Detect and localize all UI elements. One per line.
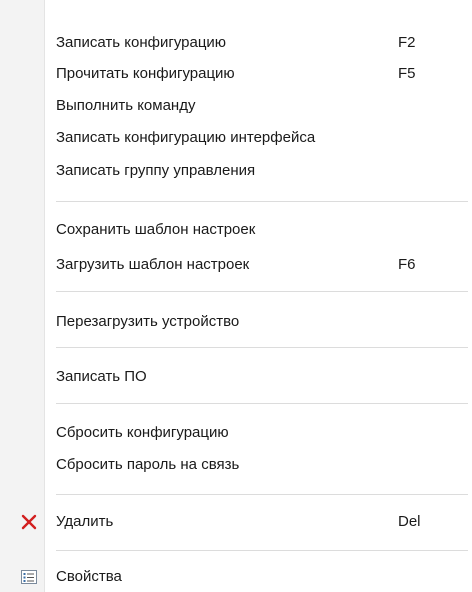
menu-item-label: Записать ПО <box>56 368 147 385</box>
menu-item-reset-config[interactable]: Сбросить конфигурацию <box>0 419 472 447</box>
menu-item-label: Выполнить команду <box>56 97 196 114</box>
menu-item-shortcut: F5 <box>398 65 416 82</box>
menu-item-properties[interactable]: Свойства <box>0 563 472 591</box>
menu-item-label: Записать группу управления <box>56 162 256 179</box>
menu-separator <box>56 291 468 292</box>
menu-item-write-interface-config[interactable]: Записать конфигурацию интерфейса <box>0 124 472 152</box>
menu-item-label: Записать конфигурацию интерфейса <box>56 129 316 146</box>
menu-item-read-config[interactable]: Прочитать конфигурацию F5 <box>0 60 472 88</box>
delete-x-icon <box>20 513 38 531</box>
menu-item-label: Сбросить пароль на связь <box>56 456 240 473</box>
menu-separator <box>56 494 468 495</box>
menu-separator <box>56 347 468 348</box>
menu-item-label: Свойства <box>56 568 122 585</box>
menu-item-reset-link-password[interactable]: Сбросить пароль на связь <box>0 451 472 479</box>
properties-list-icon <box>20 568 38 586</box>
menu-item-label: Загрузить шаблон настроек <box>56 256 250 273</box>
menu-item-label: Записать конфигурацию <box>56 34 227 51</box>
menu-separator <box>56 403 468 404</box>
menu-item-label: Прочитать конфигурацию <box>56 65 235 82</box>
menu-icon-gutter <box>0 0 45 592</box>
menu-separator <box>56 201 468 202</box>
menu-item-save-settings-template[interactable]: Сохранить шаблон настроек <box>0 216 472 244</box>
menu-item-shortcut: Del <box>398 513 421 530</box>
menu-item-write-firmware[interactable]: Записать ПО <box>0 363 472 391</box>
menu-item-shortcut: F2 <box>398 34 416 51</box>
menu-item-shortcut: F6 <box>398 256 416 273</box>
menu-item-label: Сохранить шаблон настроек <box>56 221 256 238</box>
context-menu: Записать конфигурацию F2 Прочитать конфи… <box>0 0 472 592</box>
menu-separator <box>56 550 468 551</box>
menu-item-delete[interactable]: Удалить Del <box>0 508 472 536</box>
menu-item-label: Сбросить конфигурацию <box>56 424 229 441</box>
menu-item-label: Перезагрузить устройство <box>56 313 240 330</box>
menu-item-execute-command[interactable]: Выполнить команду <box>0 92 472 120</box>
menu-item-label: Удалить <box>56 513 114 530</box>
menu-item-load-settings-template[interactable]: Загрузить шаблон настроек F6 <box>0 251 472 279</box>
menu-item-write-config[interactable]: Записать конфигурацию F2 <box>0 29 472 57</box>
menu-item-reboot-device[interactable]: Перезагрузить устройство <box>0 308 472 336</box>
menu-item-write-control-group[interactable]: Записать группу управления <box>0 157 472 185</box>
